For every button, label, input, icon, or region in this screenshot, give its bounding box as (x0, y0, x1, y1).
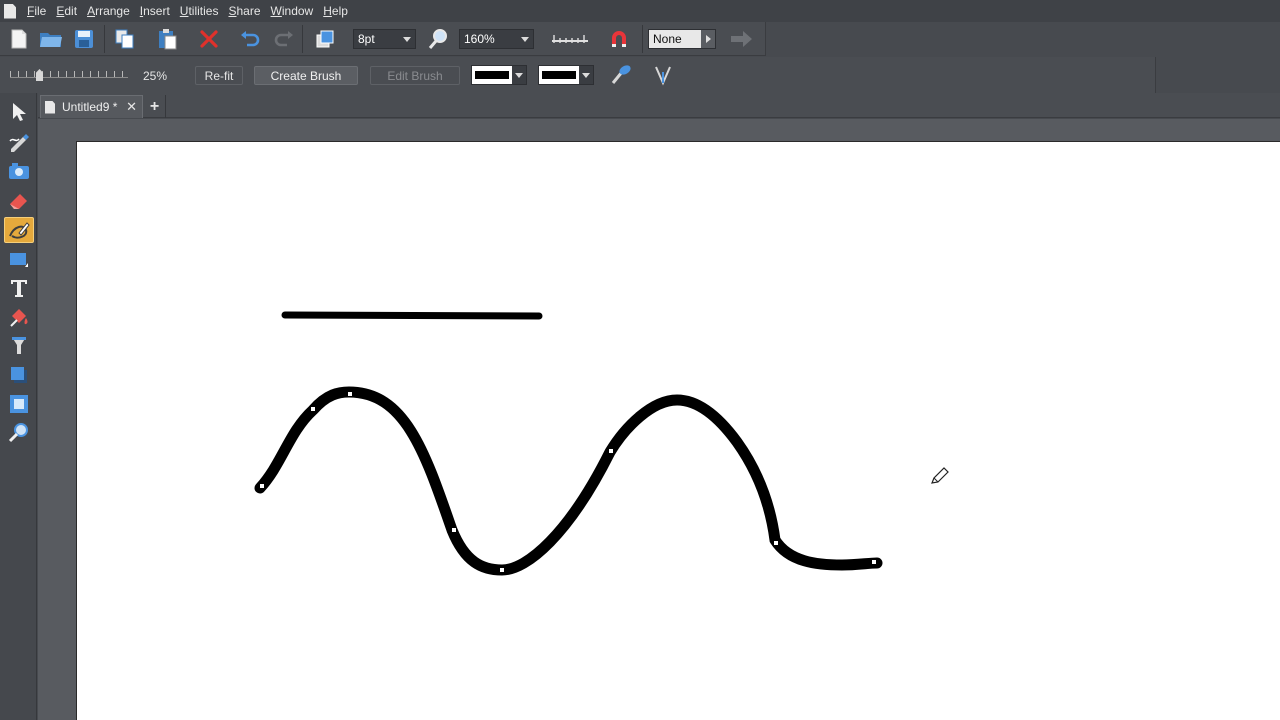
slider-track-line (10, 77, 128, 78)
menu-file[interactable]: File (22, 4, 51, 18)
frame-tool-icon[interactable] (4, 391, 34, 417)
redo-icon[interactable] (271, 26, 297, 52)
plus-icon: + (149, 97, 160, 115)
paste-icon[interactable] (155, 26, 181, 52)
chevron-right-icon (706, 35, 711, 43)
eraser-tool-icon[interactable] (4, 187, 34, 213)
zoom-icon[interactable] (427, 26, 453, 52)
straight-brush-stroke[interactable] (281, 311, 543, 320)
menu-utilities[interactable]: Utilities (175, 4, 224, 18)
tab-label: Untitled9 * (62, 100, 118, 114)
stroke-handle[interactable] (685, 409, 689, 413)
brush-pressure-icon[interactable] (608, 62, 634, 88)
quality-value: None (653, 32, 682, 46)
freehand-pen-icon[interactable] (4, 129, 34, 155)
smoothing-value: 25% (143, 69, 168, 83)
zoom-tool-icon[interactable] (4, 420, 34, 446)
quality-dropdown[interactable]: None (648, 29, 716, 49)
stroke-handle[interactable] (774, 541, 778, 545)
chevron-down-icon (403, 37, 411, 42)
fill-tool-icon[interactable] (4, 304, 34, 330)
zoom-dropdown[interactable]: 160% (459, 29, 534, 49)
new-document-icon[interactable] (6, 26, 32, 52)
menu-insert[interactable]: Insert (135, 4, 175, 18)
drawing-layer[interactable] (77, 142, 1280, 720)
canvas-workspace[interactable] (38, 119, 1280, 720)
line-width-dropdown[interactable]: 8pt (353, 29, 416, 49)
document-tab-bar: Untitled9 * ✕ + (38, 93, 1280, 118)
stroke-handle[interactable] (872, 560, 876, 564)
save-icon[interactable] (71, 26, 97, 52)
stroke-end-dropdown[interactable] (538, 65, 594, 85)
stroke-handle[interactable] (348, 392, 352, 396)
chevron-down-icon (579, 66, 593, 84)
close-icon[interactable]: ✕ (126, 99, 137, 115)
new-tab-button[interactable]: + (144, 95, 166, 118)
ruler-icon[interactable] (550, 26, 590, 52)
photo-tool-icon[interactable] (4, 158, 34, 184)
tool-palette (0, 93, 37, 720)
pencil-cursor-icon (931, 467, 949, 484)
menu-help[interactable]: Help (318, 4, 353, 18)
edit-brush-button[interactable]: Edit Brush (370, 66, 460, 85)
app-window: File Edit Arrange Insert Utilities Share… (0, 0, 1280, 720)
stroke-handle[interactable] (500, 568, 504, 572)
document-icon (45, 100, 55, 114)
app-document-icon (4, 3, 16, 19)
text-tool-icon[interactable] (4, 275, 34, 301)
menu-arrange[interactable]: Arrange (82, 4, 135, 18)
selector-tool-icon[interactable] (4, 99, 34, 125)
brush-infobar: 25% Re-fit Create Brush Edit Brush (0, 57, 1156, 93)
stroke-style-preview (475, 71, 509, 79)
stroke-style-dropdown[interactable] (471, 65, 527, 85)
stroke-handle[interactable] (311, 407, 315, 411)
menu-edit[interactable]: Edit (51, 4, 82, 18)
chevron-down-icon (521, 37, 529, 42)
tab-untitled9[interactable]: Untitled9 * ✕ (40, 95, 143, 118)
open-folder-icon[interactable] (38, 26, 64, 52)
menu-share[interactable]: Share (223, 4, 265, 18)
refit-button[interactable]: Re-fit (195, 66, 243, 85)
undo-icon[interactable] (237, 26, 263, 52)
menu-window[interactable]: Window (266, 4, 319, 18)
brush-tool-icon[interactable] (4, 217, 34, 243)
quality-arrow-button[interactable] (701, 30, 715, 48)
smoothing-slider[interactable] (10, 71, 128, 78)
zoom-value: 160% (464, 32, 495, 46)
menu-bar: File Edit Arrange Insert Utilities Share… (0, 0, 1280, 22)
shadow-tool-icon[interactable] (4, 362, 34, 388)
copy-icon[interactable] (112, 26, 138, 52)
stroke-end-preview (542, 71, 576, 79)
stroke-handle[interactable] (609, 449, 613, 453)
line-width-value: 8pt (358, 32, 375, 46)
transparency-tool-icon[interactable] (4, 333, 34, 359)
document-page[interactable] (76, 141, 1280, 720)
export-arrow-icon[interactable] (728, 26, 754, 52)
stroke-handle[interactable] (452, 528, 456, 532)
pen-nib-icon[interactable] (650, 62, 676, 88)
rectangle-tool-icon[interactable] (4, 246, 34, 272)
wavy-brush-stroke[interactable] (254, 386, 883, 576)
chevron-down-icon (512, 66, 526, 84)
transform-icon[interactable] (312, 26, 338, 52)
magnet-snap-icon[interactable] (606, 26, 632, 52)
create-brush-button[interactable]: Create Brush (254, 66, 358, 85)
stroke-handle[interactable] (260, 484, 264, 488)
delete-icon[interactable] (196, 26, 222, 52)
main-toolbar: 8pt 160% None (0, 22, 766, 56)
